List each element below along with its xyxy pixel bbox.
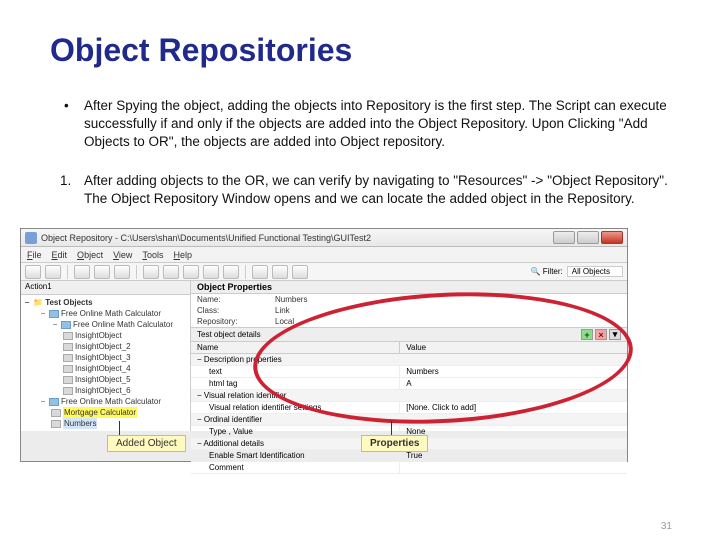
delete-property-button[interactable]: ×: [595, 329, 607, 340]
object-repository-window: Object Repository - C:\Users\shan\Docume…: [20, 228, 628, 462]
window-titlebar: Object Repository - C:\Users\shan\Docume…: [21, 229, 627, 247]
tree-node[interactable]: InsightObject_2: [23, 341, 188, 352]
menu-tools[interactable]: Tools: [142, 250, 163, 260]
bullet-paragraph: After Spying the object, adding the obje…: [50, 97, 670, 152]
grid-row[interactable]: − Description properties: [191, 354, 627, 366]
grid-row[interactable]: html tagA: [191, 378, 627, 390]
tree-node[interactable]: InsightObject: [23, 330, 188, 341]
tree-node[interactable]: InsightObject_5: [23, 374, 188, 385]
panel-title: Object Properties: [191, 281, 627, 294]
callout-added-object: Added Object: [107, 435, 186, 452]
highlighted-node: Mortgage Calculator: [63, 407, 137, 418]
toolbar-button[interactable]: [94, 265, 110, 279]
toolbar-button[interactable]: [272, 265, 288, 279]
callout-properties: Properties: [361, 435, 428, 452]
close-button[interactable]: [601, 231, 623, 244]
action-tab[interactable]: Action1: [21, 281, 190, 295]
menu-object[interactable]: Object: [77, 250, 103, 260]
menubar: File Edit Object View Tools Help: [21, 247, 627, 263]
window-title: Object Repository - C:\Users\shan\Docume…: [41, 233, 553, 243]
filter-dropdown[interactable]: All Objects: [567, 266, 623, 277]
property-row: Repository:Local: [191, 316, 627, 327]
properties-panel: Object Properties Name:NumbersClass:Link…: [191, 281, 627, 431]
toolbar-button[interactable]: [183, 265, 199, 279]
numbered-paragraph: After adding objects to the OR, we can v…: [50, 172, 670, 208]
menu-edit[interactable]: Edit: [52, 250, 68, 260]
filter-label: 🔍 Filter:: [531, 267, 563, 276]
grid-row[interactable]: textNumbers: [191, 366, 627, 378]
tree-node[interactable]: InsightObject_6: [23, 385, 188, 396]
toolbar-button[interactable]: [114, 265, 130, 279]
add-property-button[interactable]: +: [581, 329, 593, 340]
app-icon: [25, 232, 37, 244]
grid-row[interactable]: Comment: [191, 462, 627, 474]
grid-row[interactable]: − Visual relation identifier: [191, 390, 627, 402]
toolbar-button[interactable]: [163, 265, 179, 279]
tree-node[interactable]: InsightObject_3: [23, 352, 188, 363]
toolbar-button[interactable]: [223, 265, 239, 279]
property-options-button[interactable]: ▾: [609, 329, 621, 340]
page-number: 31: [661, 521, 672, 532]
maximize-button[interactable]: [577, 231, 599, 244]
toolbar-button[interactable]: [143, 265, 159, 279]
grid-row[interactable]: Visual relation identifier settings[None…: [191, 402, 627, 414]
grid-row[interactable]: − Ordinal identifier: [191, 414, 627, 426]
toolbar-button[interactable]: [74, 265, 90, 279]
grid-header-value: Value: [400, 342, 627, 353]
object-tree[interactable]: −📁 Test Objects −Free Online Math Calcul…: [21, 295, 190, 431]
tree-node[interactable]: InsightObject_4: [23, 363, 188, 374]
toolbar-button[interactable]: [45, 265, 61, 279]
toolbar-button[interactable]: [252, 265, 268, 279]
grid-header-name: Name: [191, 342, 400, 353]
toolbar-button[interactable]: [25, 265, 41, 279]
toolbar-button[interactable]: [203, 265, 219, 279]
selected-node: Numbers: [63, 418, 97, 429]
menu-view[interactable]: View: [113, 250, 132, 260]
property-row: Class:Link: [191, 305, 627, 316]
property-row: Name:Numbers: [191, 294, 627, 305]
toolbar-button[interactable]: [292, 265, 308, 279]
menu-file[interactable]: File: [27, 250, 42, 260]
menu-help[interactable]: Help: [173, 250, 192, 260]
slide-title: Object Repositories: [50, 32, 670, 69]
tree-panel: Action1 −📁 Test Objects −Free Online Mat…: [21, 281, 191, 431]
toolbar: 🔍 Filter: All Objects: [21, 263, 627, 281]
minimize-button[interactable]: [553, 231, 575, 244]
details-heading: Test object details: [197, 330, 261, 339]
